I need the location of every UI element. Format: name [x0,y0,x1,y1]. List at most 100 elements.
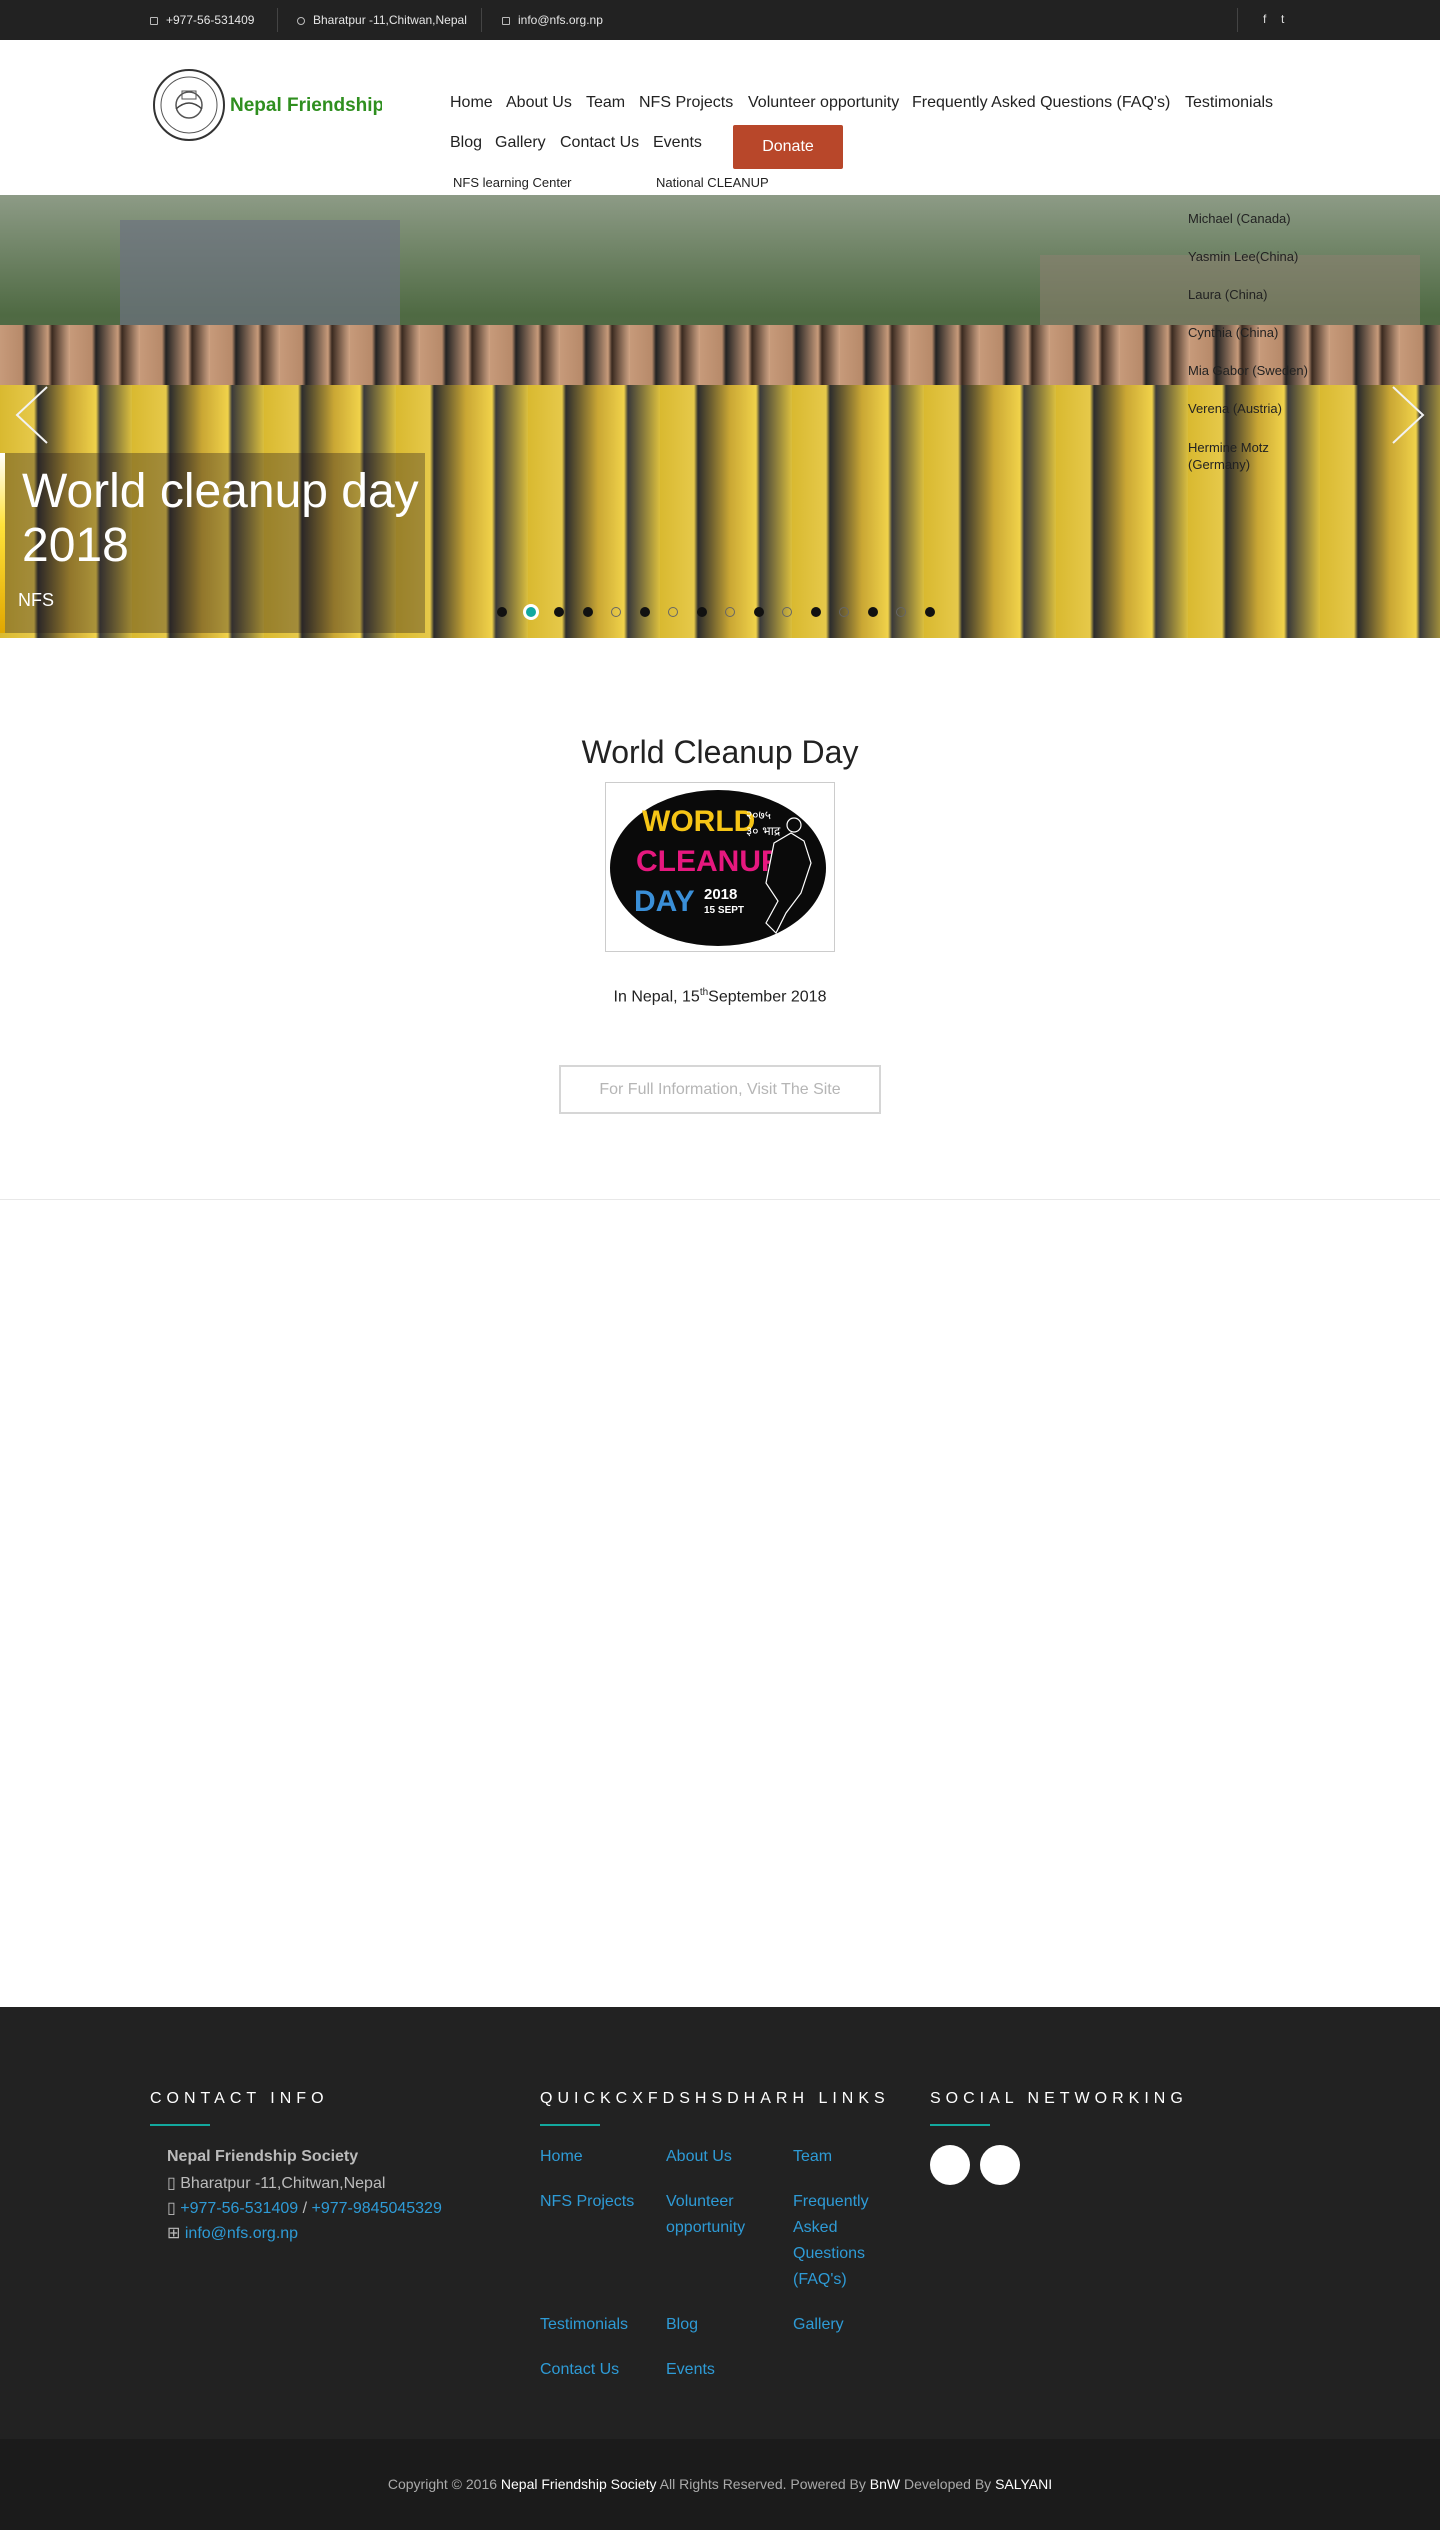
footer-link-events[interactable]: Events [666,2357,715,2383]
location-icon [297,17,305,25]
envelope-icon [502,17,510,25]
heading-underline [540,2124,600,2126]
logo-text-day: DAY [634,885,695,918]
footer-link-home[interactable]: Home [540,2144,583,2170]
hero-slider: World cleanup day 2018 NFS Savanna Beckn… [0,195,1440,638]
footer-link-faq[interactable]: Frequently Asked Questions (FAQ's) [793,2189,883,2293]
topbar-address: Bharatpur -11,Chitwan,Nepal [297,13,467,27]
footer-link-volunteer[interactable]: Volunteer opportunity [666,2189,766,2241]
heading-underline [930,2124,990,2126]
phone-icon: ▯ [167,2200,181,2217]
twitter-icon[interactable] [980,2145,1020,2185]
slider-dot[interactable] [896,607,906,617]
logo-text: Nepal Friendship Society [230,95,382,116]
logo-text-nepali-year: २०७५ [746,808,771,822]
footer-phone-2[interactable]: +977-9845045329 [312,2200,442,2217]
nav-contact[interactable]: Contact Us [560,134,639,152]
footer-org-name: Nepal Friendship Society [167,2148,359,2165]
location-icon: ▯ [167,2175,181,2192]
testimonial-item[interactable]: Yasmin Lee(China) [1188,249,1298,264]
facebook-icon[interactable]: f [1263,12,1266,26]
powered-by-link[interactable]: BnW [870,2476,900,2492]
slider-dot[interactable] [810,607,821,617]
event-date: In Nepal, 15thSeptember 2018 [613,987,827,1006]
testimonial-item[interactable]: Michael (Canada) [1188,211,1291,226]
slider-dot[interactable] [725,607,735,617]
page-title: World Cleanup Day [581,734,859,770]
nav-projects[interactable]: NFS Projects [639,94,733,112]
footer-link-contact[interactable]: Contact Us [540,2357,619,2383]
slider-dot[interactable] [668,607,678,617]
nav-faq[interactable]: Frequently Asked Questions (FAQ's) [912,94,1170,112]
footer-phones: ▯ +977-56-531409 / +977-9845045329 [167,2200,442,2217]
footer-link-blog[interactable]: Blog [666,2312,698,2338]
divider [1237,8,1238,32]
footer-link-gallery[interactable]: Gallery [793,2312,844,2338]
logo-text-date: 15 SEPT [704,905,744,916]
logo-text-cleanup: CLEANUP [636,845,781,878]
submenu-learning-center[interactable]: NFS learning Center [453,175,572,190]
logo-text-world: WORLD [642,805,755,838]
developer-link[interactable]: SALYANI [995,2476,1052,2492]
footer-phone-1[interactable]: +977-56-531409 [180,2200,298,2217]
nav-events[interactable]: Events [653,134,702,152]
footer-link-projects[interactable]: NFS Projects [540,2189,634,2215]
testimonial-item[interactable]: Hermine Motz (Germany) [1188,439,1308,473]
slider-dot[interactable] [753,607,764,617]
footer-link-about[interactable]: About Us [666,2144,732,2170]
logo-text-nepali-date: ३० भाद्र [746,824,781,838]
heading-underline [150,2124,210,2126]
footer-contact-heading: CONTACT INFO [150,2090,329,2107]
topbar-phone[interactable]: +977-56-531409 [150,13,254,27]
testimonial-item[interactable]: Laura (China) [1188,287,1268,302]
visit-site-button[interactable]: For Full Information, Visit The Site [559,1065,881,1114]
slider-dot[interactable] [782,607,792,617]
section-divider [0,1199,1440,1200]
slide-subtitle: NFS [18,590,54,610]
slider-dot[interactable] [639,607,650,617]
topbar-email[interactable]: info@nfs.org.np [502,13,603,27]
facebook-icon[interactable] [930,2145,970,2185]
slide-caption-accent [0,453,5,633]
twitter-icon[interactable]: t [1281,12,1284,26]
copyright-org-link[interactable]: Nepal Friendship Society [501,2476,657,2492]
footer-links-heading: QUICKCXFDSHSDHARH LINKS [540,2090,890,2107]
testimonial-item[interactable]: Mia Gabor (Sweden) [1188,363,1308,378]
footer-email[interactable]: info@nfs.org.np [185,2225,298,2242]
phone-icon [150,17,158,25]
nav-team[interactable]: Team [586,94,625,112]
footer-link-testimonials[interactable]: Testimonials [540,2312,628,2338]
footer-link-team[interactable]: Team [793,2144,832,2170]
nav-blog[interactable]: Blog [450,134,482,152]
slider-dot[interactable] [696,607,707,617]
top-bar: +977-56-531409 Bharatpur -11,Chitwan,Nep… [0,0,1440,40]
slider-dot[interactable] [525,607,536,617]
event-image: WORLD CLEANUP DAY 2018 15 SEPT २०७५ ३० भ… [605,782,835,952]
slider-dot[interactable] [554,607,564,617]
slider-dot[interactable] [611,607,621,617]
site-logo[interactable]: Nepal Friendship Society [152,65,382,145]
copyright-text: Copyright © 2016 Nepal Friendship Societ… [387,2476,1053,2492]
slider-dot[interactable] [497,607,507,617]
donate-button[interactable]: Donate [733,125,843,169]
testimonial-item[interactable]: Cynthia (China) [1188,325,1278,340]
slider-prev-arrow[interactable] [12,385,52,445]
slider-dot[interactable] [924,607,935,617]
nav-home[interactable]: Home [450,94,493,112]
slider-dot[interactable] [582,607,593,617]
divider [277,8,278,32]
slider-next-arrow[interactable] [1388,385,1428,445]
footer-email-line: ⊞ info@nfs.org.np [167,2223,298,2243]
nav-gallery[interactable]: Gallery [495,134,546,152]
nav-about[interactable]: About Us [506,94,572,112]
submenu-national-cleanup[interactable]: National CLEANUP [656,175,769,190]
slider-dot[interactable] [867,607,878,617]
slide-title: World cleanup day 2018 [22,465,419,572]
envelope-icon: ⊞ [167,2225,185,2242]
testimonial-item[interactable]: Verena (Austria) [1188,401,1282,416]
nav-testimonials[interactable]: Testimonials [1185,94,1273,112]
nav-volunteer[interactable]: Volunteer opportunity [748,94,899,112]
divider [481,8,482,32]
footer-social-heading: SOCIAL NETWORKING [930,2090,1188,2107]
slider-dot[interactable] [839,607,849,617]
